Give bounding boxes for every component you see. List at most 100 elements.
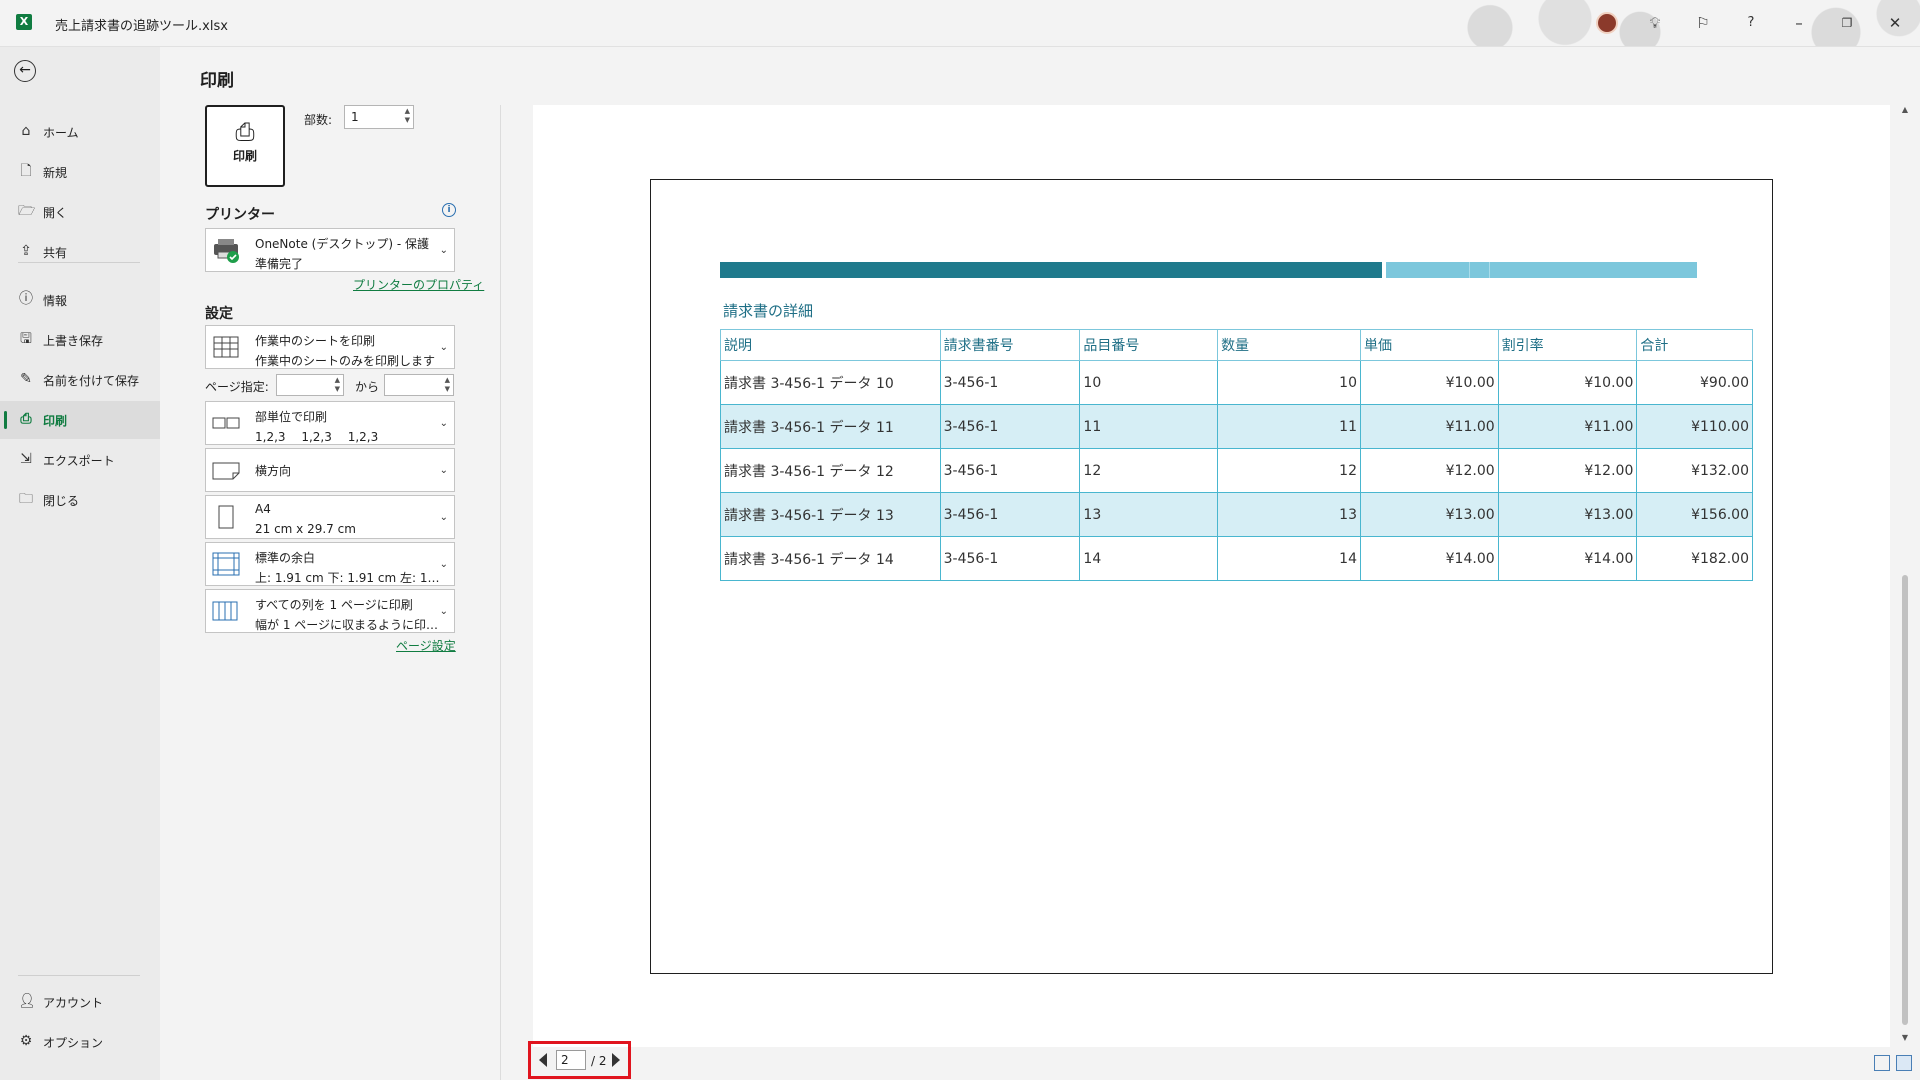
portrait-page-icon [218, 505, 234, 529]
table-cell: ¥14.00 [1497, 536, 1638, 581]
account-icon: 👤︎ [18, 993, 36, 1009]
margins-select[interactable]: 標準の余白 上: 1.91 cm 下: 1.91 cm 左: 1… ⌄ [205, 542, 455, 586]
close-icon[interactable]: ✕ [1881, 10, 1909, 36]
table-cell: 3-456-1 [939, 360, 1081, 405]
table-cell: 13 [1217, 492, 1361, 537]
info-icon: ⓘ [19, 291, 33, 307]
preview-page: 請求書の詳細 説明 請求書番号 品目番号 数量 単価 割引率 合計 請求書 3-… [650, 179, 1773, 974]
nav-item-share[interactable]: ⇪ 共有 [0, 233, 160, 271]
table-cell: ¥182.00 [1636, 536, 1753, 581]
pages-to-label: から [355, 380, 380, 394]
zoom-to-page-icon[interactable] [1896, 1055, 1912, 1071]
nav-item-new[interactable]: 🗋︎ 新規 [0, 153, 160, 191]
table-cell: ¥156.00 [1636, 492, 1753, 537]
nav-item-label: エクスポート [43, 454, 115, 468]
table-cell: ¥11.00 [1497, 404, 1638, 449]
column-header: 請求書番号 [939, 329, 1081, 361]
stepper-arrows-icon[interactable]: ▲ ▼ [405, 107, 410, 125]
nav-item-account[interactable]: 👤︎ アカウント [0, 983, 160, 1021]
page-to-input[interactable]: ▲ ▼ [384, 374, 454, 396]
minimize-icon[interactable]: – [1785, 10, 1813, 36]
scaling-select[interactable]: すべての列を 1 ページに印刷 幅が 1 ページに収まるように印刷イ… ⌄ [205, 589, 455, 633]
nav-item-label: アカウント [43, 996, 104, 1010]
stepper-arrows-icon[interactable]: ▲ ▼ [335, 376, 340, 394]
restore-icon[interactable]: ❐ [1833, 10, 1861, 36]
table-cell: 11 [1079, 404, 1219, 449]
scroll-down-icon[interactable]: ▼ [1899, 1033, 1911, 1042]
table-cell: 14 [1217, 536, 1361, 581]
lightbulb-icon[interactable]: 💡︎ [1641, 10, 1669, 36]
nav-item-close[interactable]: 🗀︎ 閉じる [0, 481, 160, 519]
excel-logo-icon: X [16, 14, 32, 30]
table-row: 請求書 3-456-1 データ 14 3-456-1 14 14 ¥14.00 … [720, 536, 1753, 581]
nav-item-export[interactable]: ⇲ エクスポート [0, 441, 160, 479]
next-page-icon[interactable] [612, 1053, 620, 1067]
current-page-input[interactable]: 2 [556, 1050, 586, 1070]
scrollbar-thumb[interactable] [1902, 575, 1908, 1025]
table-cell: 3-456-1 [939, 492, 1081, 537]
nav-item-label: 新規 [43, 166, 68, 180]
nav-item-label: 開く [43, 206, 68, 220]
nav-item-save[interactable]: 🖫︎ 上書き保存 [0, 321, 160, 359]
feedback-icon[interactable]: ⚐ [1689, 10, 1717, 36]
chevron-down-icon: ⌄ [439, 512, 448, 523]
paper-size-select[interactable]: A4 21 cm x 29.7 cm ⌄ [205, 495, 455, 539]
printer-status: 準備完了 [255, 257, 304, 271]
nav-item-print[interactable]: ⎙ 印刷 [0, 401, 160, 439]
invoice-table: 説明 請求書番号 品目番号 数量 単価 割引率 合計 請求書 3-456-1 デ… [720, 329, 1753, 581]
back-arrow-icon[interactable]: ← [14, 60, 36, 82]
print-what-l1: 作業中のシートを印刷 [255, 334, 376, 348]
orientation-value: 横方向 [255, 464, 292, 478]
paper-l2: 21 cm x 29.7 cm [255, 522, 356, 536]
previous-page-icon[interactable] [539, 1053, 547, 1067]
nav-item-label: オプション [43, 1036, 104, 1050]
table-cell: 14 [1079, 536, 1219, 581]
print-what-select[interactable]: 作業中のシートを印刷 作業中のシートのみを印刷します ⌄ [205, 325, 455, 369]
nav-item-label: 共有 [43, 246, 68, 260]
column-header: 合計 [1636, 329, 1753, 361]
table-cell: ¥10.00 [1497, 360, 1638, 405]
margins-l1: 標準の余白 [255, 551, 316, 565]
fit-columns-icon [212, 601, 238, 621]
help-icon[interactable]: ? [1737, 10, 1765, 36]
page-setup-link[interactable]: ページ設定 [396, 637, 456, 654]
stepper-arrows-icon[interactable]: ▲ ▼ [445, 376, 450, 394]
print-button[interactable]: ⎙ 印刷 [205, 105, 285, 187]
nav-item-save-as[interactable]: ✎ 名前を付けて保存 [0, 361, 160, 399]
collate-select[interactable]: 部単位で印刷 1,2,3 1,2,3 1,2,3 ⌄ [205, 401, 455, 445]
copies-label: 部数: [304, 113, 333, 127]
printer-properties-link[interactable]: プリンターのプロパティ [353, 276, 484, 293]
avatar[interactable] [1596, 12, 1618, 34]
page-from-input[interactable]: ▲ ▼ [276, 374, 344, 396]
new-file-icon: 🗋︎ [20, 163, 32, 179]
chevron-down-icon: ⌄ [439, 559, 448, 570]
table-cell: ¥132.00 [1636, 448, 1753, 493]
nav-item-open[interactable]: 🗁︎ 開く [0, 193, 160, 231]
table-cell: ¥11.00 [1359, 404, 1499, 449]
preview-scrollbar[interactable]: ▲ ▼ [1899, 105, 1911, 1045]
info-icon[interactable]: i [442, 203, 456, 217]
table-row: 請求書 3-456-1 データ 11 3-456-1 11 11 ¥11.00 … [720, 404, 1753, 449]
table-row: 請求書 3-456-1 データ 13 3-456-1 13 13 ¥13.00 … [720, 492, 1753, 537]
show-margins-icon[interactable] [1874, 1055, 1890, 1071]
nav-item-label: 情報 [43, 294, 68, 308]
table-cell: 請求書 3-456-1 データ 14 [720, 536, 941, 581]
copies-stepper[interactable]: 1 ▲ ▼ [344, 105, 414, 129]
orientation-select[interactable]: 横方向 ⌄ [205, 448, 455, 492]
printer-icon: ⎙ [235, 118, 255, 146]
nav-item-label: 印刷 [43, 414, 68, 428]
chevron-down-icon: ⌄ [439, 465, 448, 476]
print-what-l2: 作業中のシートのみを印刷します [255, 354, 436, 368]
table-cell: 13 [1079, 492, 1219, 537]
save-as-icon: ✎ [20, 371, 32, 387]
printer-select[interactable]: OneNote (デスクトップ) - 保護 準備完了 ⌄ [205, 228, 455, 272]
panel-divider [500, 105, 501, 1080]
table-cell: ¥90.00 [1636, 360, 1753, 405]
nav-item-info[interactable]: ⓘ 情報 [0, 281, 160, 319]
window-title: 売上請求書の追跡ツール.xlsx [55, 19, 228, 34]
collate-l1: 部単位で印刷 [255, 410, 328, 424]
nav-item-options[interactable]: ⚙ オプション [0, 1023, 160, 1061]
nav-item-home[interactable]: ⌂ ホーム [0, 113, 160, 151]
chevron-down-icon: ⌄ [439, 245, 448, 256]
scroll-up-icon[interactable]: ▲ [1899, 105, 1911, 114]
